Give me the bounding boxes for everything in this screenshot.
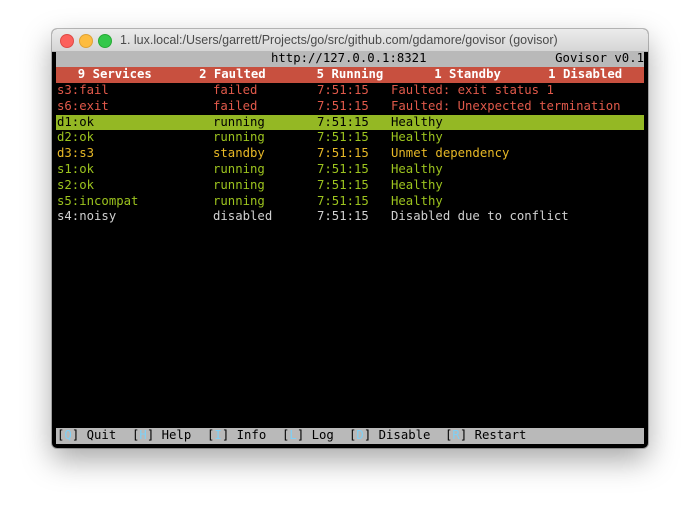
service-row[interactable]: s3:fail failed 7:51:15 Faulted: exit status… [56,83,644,99]
stats-bar: 9 Services 2 Faulted 5 Running 1 Standby… [56,67,644,83]
stat-standby: 1 Standby [434,67,501,81]
service-row[interactable]: s5:incompat running 7:51:15 Healthy [56,194,644,210]
service-time: 7:51:15 [317,193,369,208]
service-status: running [213,114,265,129]
header-bar: http://127.0.0.1:8321 Govisor v0.1 [56,51,644,67]
service-time: 7:51:15 [317,209,369,224]
zoom-button[interactable] [98,34,112,48]
terminal-window: 1. lux.local:/Users/garrett/Projects/go/… [52,29,648,448]
service-row[interactable]: s2:ok running 7:51:15 Healthy [56,178,644,194]
service-row[interactable]: d1:ok running 7:51:15 Healthy [56,114,644,131]
terminal[interactable]: http://127.0.0.1:8321 Govisor v0.1 9 Ser… [56,51,644,444]
service-message: Healthy [391,114,443,129]
service-status: running [213,193,265,208]
service-name: d3:s3 [57,146,95,161]
log-key[interactable]: [L] Log [282,428,334,444]
service-status: standby [213,146,265,161]
service-time: 7:51:15 [317,83,369,97]
service-message: Healthy [391,193,443,208]
service-time: 7:51:15 [317,98,369,113]
service-row[interactable]: s6:exit failed 7:51:15 Faulted: Unexpected … [56,99,644,115]
service-status: running [213,177,265,192]
service-message: Unmet dependency [391,146,510,161]
stat-disabled: 1 Disabled [548,67,623,81]
service-message: Faulted: exit status 1 [391,83,554,97]
close-button[interactable] [60,34,74,48]
service-name: s2:ok [57,177,95,192]
service-name: s5:incompat [57,193,139,208]
service-name: d1:ok [57,114,95,129]
stat-faulted: 2 Faulted [199,67,266,81]
minimize-button[interactable] [79,34,93,48]
service-message: Faulted: Unexpected termination [391,98,621,113]
service-message: Disabled due to conflict [391,209,569,224]
service-name: d2:ok [57,130,95,145]
service-message: Healthy [391,130,443,145]
service-name: s6:exit [57,98,109,113]
restart-key[interactable]: [R] Restart [445,428,526,444]
service-time: 7:51:15 [317,146,369,161]
service-status: failed [213,83,258,97]
service-time: 7:51:15 [317,162,369,176]
service-status: running [213,130,265,145]
service-row[interactable]: d2:ok running 7:51:15 Healthy [56,130,644,146]
service-name: s3:fail [57,83,109,97]
footer-bar: [Q] Quit [H] Help [I] Info [L] Log [D] D… [56,428,644,444]
service-status: disabled [213,209,273,224]
stat-running: 5 Running [316,67,384,81]
disable-key[interactable]: [D] Disable [349,428,430,444]
service-time: 7:51:15 [317,177,369,192]
service-row[interactable]: d3:s3 standby 7:51:15 Unmet dependency [56,146,644,162]
service-message: Healthy [391,177,443,192]
service-name: s4:noisy [57,209,117,224]
service-message: Healthy [391,162,443,176]
service-name: s1:ok [57,162,95,176]
service-status: failed [213,98,258,113]
service-time: 7:51:15 [317,114,369,129]
help-key[interactable]: [H] Help [132,428,191,444]
info-key[interactable]: [I] Info [207,428,266,444]
server-url: http://127.0.0.1:8321 [271,51,427,65]
service-status: running [213,162,265,176]
service-time: 7:51:15 [317,130,369,145]
window-title: 1. lux.local:/Users/garrett/Projects/go/… [120,33,558,47]
title-bar: 1. lux.local:/Users/garrett/Projects/go/… [52,29,648,52]
quit-key[interactable]: [Q] Quit [57,428,116,444]
service-row[interactable]: s1:ok running 7:51:15 Healthy [56,162,644,178]
service-row[interactable]: s4:noisy disabled 7:51:15 Disabled due to c… [56,209,644,225]
version: Govisor v0.1 [555,51,644,65]
stat-services: 9 Services [77,67,152,81]
